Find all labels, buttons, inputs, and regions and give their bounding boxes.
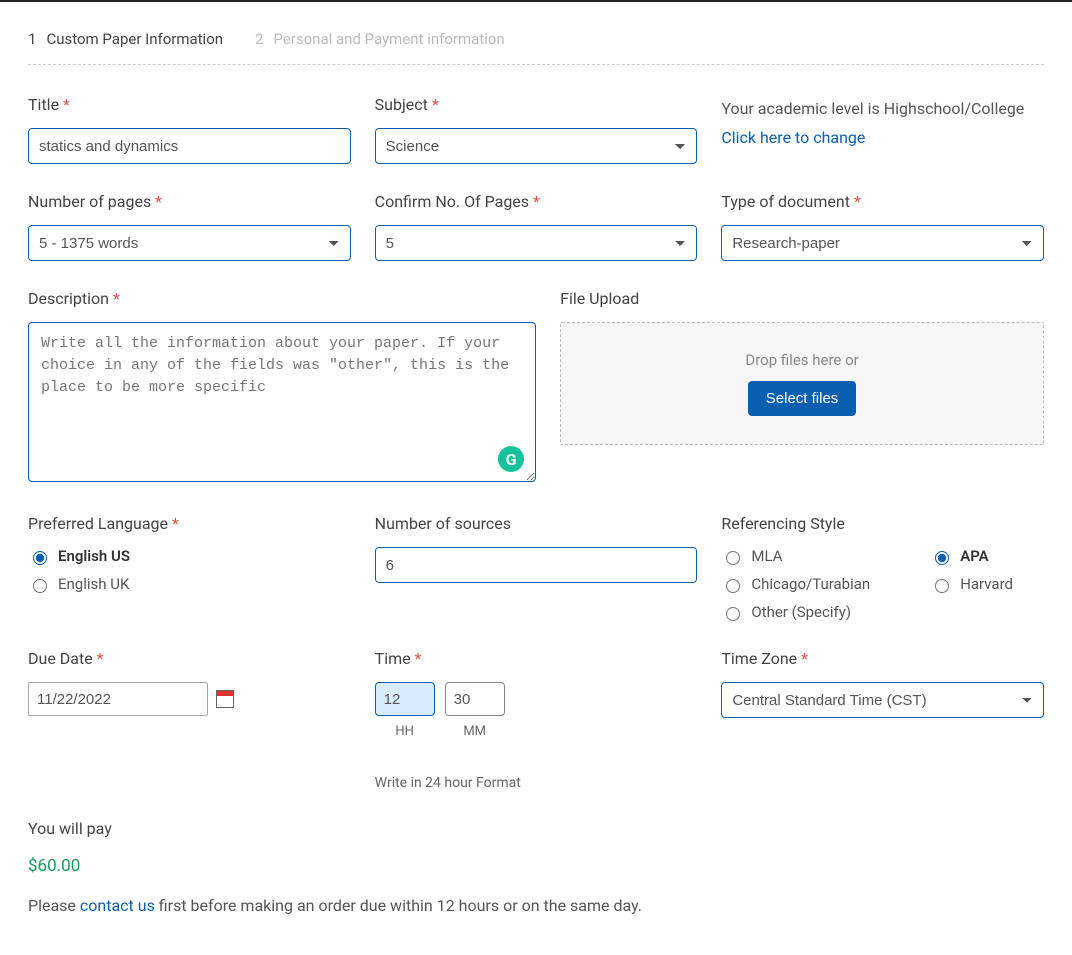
contact-us-link[interactable]: contact us [80,896,155,915]
step-1: 1 Custom Paper Information [28,30,223,48]
step-2[interactable]: 2 Personal and Payment information [255,30,505,48]
step-2-label: Personal and Payment information [273,30,504,48]
num-pages-label: Number of pages * [28,192,351,211]
step-2-number: 2 [255,30,263,48]
doc-type-select[interactable]: Research-paper [721,225,1044,261]
due-date-label: Due Date * [28,649,351,668]
ref-other-label: Other (Specify) [751,603,851,621]
time-mm-label: MM [445,724,505,739]
subject-label: Subject * [375,95,698,114]
lang-us-label: English US [58,547,130,565]
timezone-select[interactable]: Central Standard Time (CST) [721,682,1044,718]
dropzone-text: Drop files here or [571,351,1033,369]
description-label: Description * [28,289,536,308]
ref-apa-label: APA [960,547,989,565]
title-input[interactable] [28,128,351,164]
file-dropzone[interactable]: Drop files here or Select files [560,322,1044,445]
time-hh-input[interactable] [375,682,435,716]
academic-level-notice: Your academic level is Highschool/Colleg… [721,95,1044,153]
num-pages-select[interactable]: 5 - 1375 words [28,225,351,261]
price-amount: $60.00 [28,856,1044,876]
time-hh-label: HH [375,724,435,739]
ref-harvard-label: Harvard [960,575,1013,593]
lang-uk-radio[interactable] [33,579,47,593]
ref-apa-radio[interactable] [935,551,949,565]
subject-select[interactable]: Science [375,128,698,164]
ref-mla-label: MLA [751,547,782,565]
confirm-pages-label: Confirm No. Of Pages * [375,192,698,211]
time-format-note: Write in 24 hour Format [375,775,698,791]
ref-mla-radio[interactable] [726,551,740,565]
ref-chicago-label: Chicago/Turabian [751,575,870,593]
you-will-pay-heading: You will pay [28,819,1044,838]
ref-style-label: Referencing Style [721,514,1044,533]
doc-type-label: Type of document * [721,192,1044,211]
num-sources-input[interactable] [375,547,698,583]
title-label: Title * [28,95,351,114]
step-1-label: Custom Paper Information [46,30,223,48]
ref-other-radio[interactable] [726,607,740,621]
ref-chicago-radio[interactable] [726,579,740,593]
num-sources-label: Number of sources [375,514,698,533]
timezone-label: Time Zone * [721,649,1044,668]
lang-uk-label: English UK [58,575,129,593]
file-upload-label: File Upload [560,289,1044,308]
language-label: Preferred Language * [28,514,351,533]
confirm-pages-select[interactable]: 5 [375,225,698,261]
due-date-input[interactable] [28,682,208,716]
payment-notice: Please contact us first before making an… [28,896,1044,915]
time-label: Time * [375,649,698,668]
select-files-button[interactable]: Select files [748,381,857,416]
calendar-icon[interactable] [216,690,234,708]
step-1-number: 1 [28,30,36,48]
description-textarea[interactable] [28,322,536,482]
ref-harvard-radio[interactable] [935,579,949,593]
step-indicator: 1 Custom Paper Information 2 Personal an… [28,30,1044,65]
grammarly-icon[interactable]: G [498,446,524,472]
lang-us-radio[interactable] [33,551,47,565]
change-level-link[interactable]: Click here to change [721,128,865,147]
time-mm-input[interactable] [445,682,505,716]
